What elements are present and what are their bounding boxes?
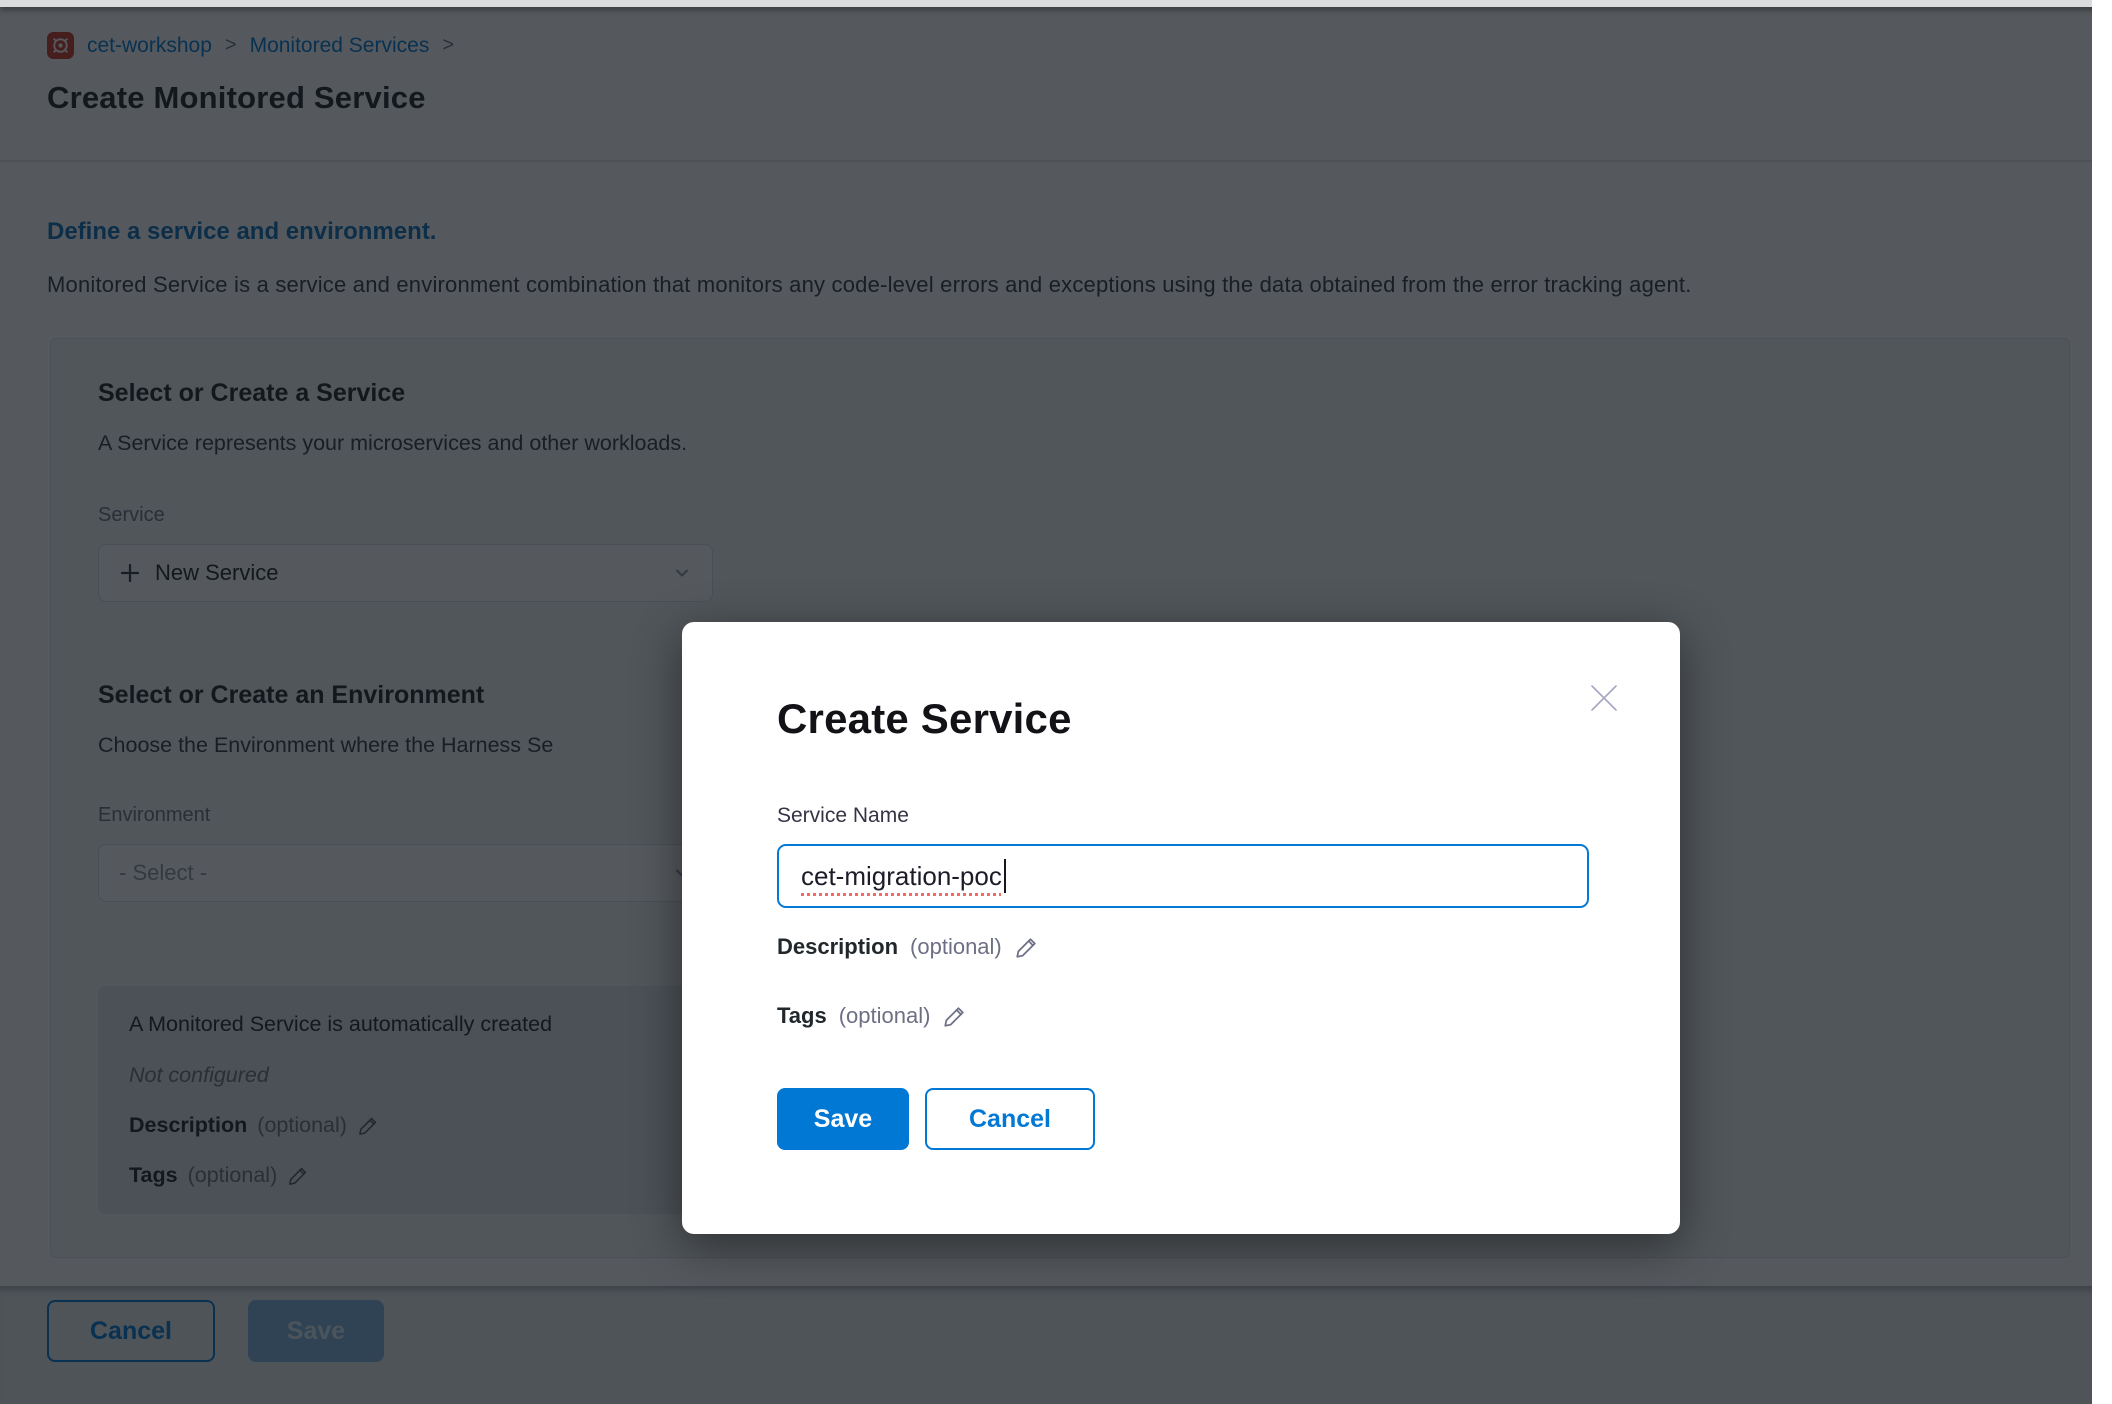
service-name-label: Service Name	[777, 804, 909, 828]
description-label: Description	[777, 934, 898, 960]
edit-pencil-icon[interactable]	[1014, 934, 1040, 960]
modal-description-row: Description (optional)	[777, 934, 1040, 960]
close-icon[interactable]	[1586, 680, 1622, 716]
modal-tags-row: Tags (optional)	[777, 1003, 968, 1029]
modal-title: Create Service	[777, 695, 1072, 743]
modal-cancel-button[interactable]: Cancel	[925, 1088, 1095, 1150]
create-service-modal: Create Service Service Name cet-migratio…	[682, 622, 1680, 1234]
window-right-edge	[2092, 0, 2112, 1404]
window-top-edge	[0, 0, 2112, 7]
optional-label: (optional)	[910, 934, 1002, 960]
optional-label: (optional)	[839, 1003, 931, 1029]
tags-label: Tags	[777, 1003, 827, 1029]
screen: cet-workshop > Monitored Services > Crea…	[0, 0, 2112, 1404]
service-name-value: cet-migration-poc	[801, 861, 1002, 892]
text-caret	[1004, 859, 1006, 893]
service-name-input[interactable]: cet-migration-poc	[777, 844, 1589, 908]
edit-pencil-icon[interactable]	[942, 1003, 968, 1029]
modal-save-button[interactable]: Save	[777, 1088, 909, 1150]
